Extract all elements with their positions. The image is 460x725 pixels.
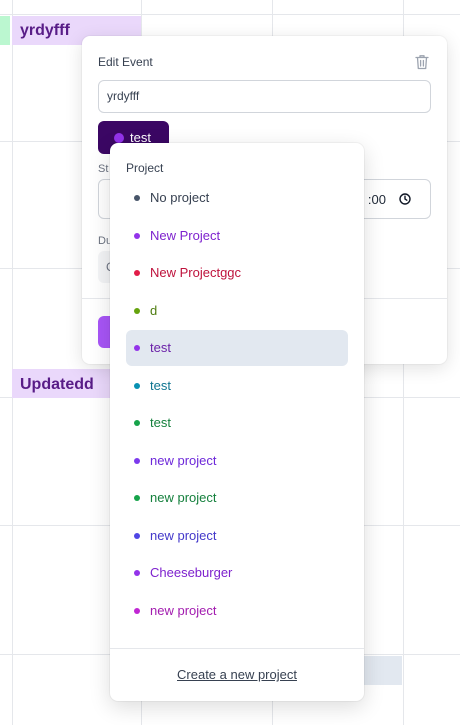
project-option-label: test (150, 377, 171, 393)
project-option[interactable]: new project (126, 443, 348, 479)
calendar-event-title: yrdyfff (20, 22, 70, 39)
project-color-dot (134, 345, 140, 351)
project-color-dot (134, 307, 140, 314)
project-dropdown: Project No project New Project New Project… (110, 143, 364, 701)
project-option-label: New Project (150, 227, 221, 243)
project-color-dot (134, 495, 140, 501)
calendar-event-green[interactable] (0, 16, 10, 45)
project-option[interactable]: No project (126, 180, 348, 216)
project-option[interactable]: test (126, 368, 348, 404)
project-option-label: new project (150, 527, 217, 543)
grid-line (0, 14, 460, 15)
clock-icon[interactable] (399, 193, 411, 205)
dropdown-header: Project (126, 161, 164, 175)
project-option-label: new project (150, 452, 217, 468)
project-color-dot (134, 457, 140, 464)
project-option-label: New Projectggc (150, 265, 242, 280)
project-color-dot (134, 270, 140, 276)
dialog-title: Edit Event (98, 55, 153, 69)
project-option[interactable]: new project (126, 593, 348, 629)
project-color-dot (114, 133, 124, 143)
project-option-label: test (150, 415, 171, 430)
project-option-label: new project (150, 602, 217, 618)
calendar-event-title: Updatedd (20, 376, 94, 393)
project-color-dot (134, 382, 140, 389)
project-color-dot (134, 532, 140, 539)
grid-line (12, 0, 13, 725)
project-color-dot (134, 607, 140, 614)
start-time-value: :00 (367, 192, 386, 207)
project-color-dot (134, 195, 140, 201)
project-option[interactable]: Cheeseburger (126, 555, 348, 591)
project-option-label: d (150, 302, 158, 318)
project-color-dot (134, 570, 140, 576)
project-color-dot (134, 420, 140, 426)
project-option[interactable]: New Project (126, 218, 348, 254)
project-option-label: Cheeseburger (150, 565, 233, 580)
project-option[interactable]: d (126, 293, 348, 329)
event-title-input[interactable]: yrdyfff (98, 80, 431, 113)
project-option[interactable]: new project (126, 518, 348, 554)
create-project-link[interactable]: Create a new project (110, 667, 364, 682)
project-option-label: new project (150, 490, 217, 505)
project-color-dot (134, 232, 140, 239)
trash-icon[interactable] (415, 54, 429, 70)
project-option-label: test (150, 340, 171, 355)
project-option[interactable]: test (126, 405, 348, 441)
start-label: St (98, 163, 109, 175)
project-list: No project New Project New Projectggc d test… (126, 180, 348, 630)
project-option[interactable]: new project (126, 480, 348, 516)
project-option-label: No project (150, 190, 210, 205)
project-option[interactable]: test (126, 330, 348, 366)
project-option[interactable]: New Projectggc (126, 255, 348, 291)
calendar-event-slate[interactable] (362, 656, 402, 685)
divider (110, 648, 364, 649)
